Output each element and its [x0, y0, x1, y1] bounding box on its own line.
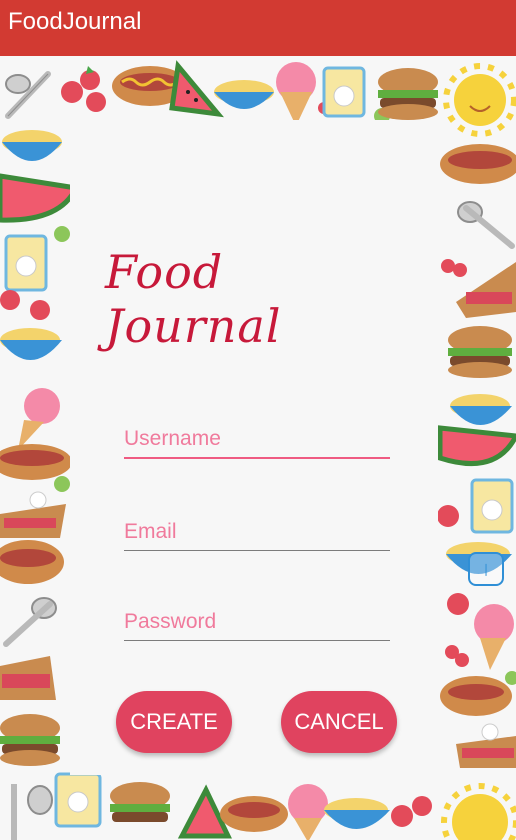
strawberry-icon — [391, 796, 432, 827]
fork-spoon-icon — [11, 784, 53, 840]
icecream-icon — [288, 784, 328, 840]
strawberry-icon — [437, 505, 459, 527]
app-bar: FoodJournal — [0, 0, 516, 56]
hotdog-icon — [220, 796, 288, 832]
burger-icon — [448, 326, 512, 378]
watermelon-icon — [437, 425, 516, 467]
sun-icon — [443, 63, 516, 137]
icecream-icon — [474, 604, 514, 670]
drink-icon — [4, 226, 70, 292]
watermelon-icon — [0, 173, 80, 223]
strawberry-icon — [61, 66, 106, 112]
floating-handle[interactable]: ❘ — [468, 552, 504, 586]
pie-icon — [0, 656, 56, 700]
cherries-icon — [445, 645, 469, 667]
hotdog-icon — [0, 540, 64, 584]
strawberry-icon — [447, 593, 469, 615]
fork-spoon-icon — [5, 71, 51, 119]
icecream-icon — [276, 62, 330, 126]
email-input[interactable] — [124, 520, 390, 550]
hotdog-icon — [440, 144, 516, 184]
burger-icon — [0, 714, 60, 766]
pie-icon — [0, 491, 66, 538]
brand-title: Food Journal — [105, 245, 282, 353]
burger-icon — [110, 782, 170, 822]
username-input[interactable] — [124, 427, 390, 457]
username-underline — [124, 457, 390, 459]
cherries-icon — [441, 259, 467, 277]
bowl-icon — [2, 130, 62, 161]
email-underline — [124, 550, 390, 551]
app-title: FoodJournal — [8, 8, 142, 35]
pie-icon — [456, 723, 516, 768]
drink-icon — [470, 478, 514, 534]
password-field-container — [124, 610, 390, 641]
icecream-icon — [18, 388, 60, 450]
hotdog-icon — [440, 671, 516, 716]
handle-grip-icon: ❘ — [480, 562, 492, 576]
username-field-container — [124, 427, 390, 459]
cancel-button[interactable]: CANCEL — [281, 691, 397, 753]
bowl-icon — [214, 80, 274, 109]
fork-spoon-icon — [3, 597, 57, 647]
watermelon-icon — [169, 60, 225, 118]
bowl-icon — [0, 328, 62, 360]
create-button[interactable]: CREATE — [116, 691, 232, 753]
fork-spoon-icon — [457, 201, 515, 249]
drink-icon — [54, 772, 102, 828]
bowl-icon — [450, 394, 512, 425]
burger-icon — [378, 68, 438, 120]
bowl-icon — [324, 798, 390, 829]
password-input[interactable] — [124, 610, 390, 640]
hotdog-icon — [0, 444, 72, 492]
strawberry-icon — [0, 290, 50, 320]
sun-icon — [441, 783, 516, 840]
email-field-container — [124, 520, 390, 551]
password-underline — [124, 640, 390, 641]
